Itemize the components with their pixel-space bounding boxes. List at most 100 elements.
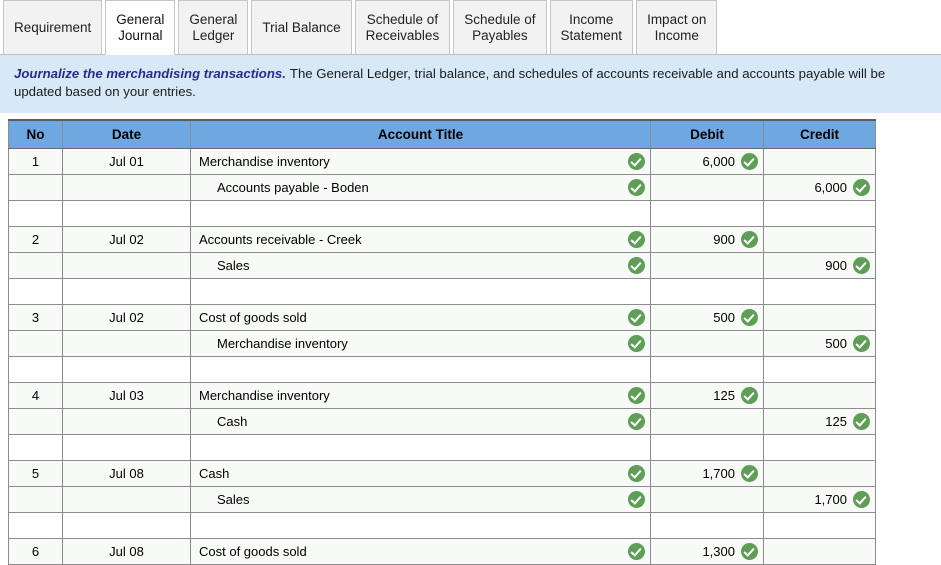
journal-entry-row[interactable]: Merchandise inventory 500 — [8, 329, 876, 357]
journal-blank-row[interactable] — [8, 433, 876, 461]
account-title-text: Sales — [217, 257, 250, 273]
cell-credit[interactable] — [763, 381, 876, 409]
cell-account-title[interactable] — [190, 199, 651, 227]
cell-debit[interactable] — [650, 485, 764, 513]
entry-date — [64, 331, 190, 355]
cell-date[interactable] — [62, 329, 191, 357]
cell-credit[interactable] — [763, 147, 876, 175]
credit-wrapper: 125 — [765, 409, 875, 433]
cell-credit[interactable]: 500 — [763, 329, 876, 357]
cell-credit[interactable] — [763, 537, 876, 565]
cell-debit[interactable]: 500 — [650, 303, 764, 331]
cell-debit[interactable]: 1,700 — [650, 459, 764, 487]
journal-entry-row[interactable]: Cash 125 — [8, 407, 876, 435]
entry-number: 6 — [31, 543, 40, 559]
cell-account-title[interactable] — [190, 277, 651, 305]
journal-entry-row[interactable]: 5 Jul 08 Cash 1,700 — [8, 459, 876, 487]
journal-blank-row[interactable] — [8, 277, 876, 305]
entry-date — [64, 513, 190, 537]
cell-account-title[interactable]: Cash — [190, 407, 651, 435]
tab-schedule-of-receivables[interactable]: Schedule of Receivables — [354, 0, 451, 55]
account-title-wrapper: Sales — [192, 487, 650, 511]
entry-number: 2 — [31, 231, 40, 247]
cell-date[interactable]: Jul 03 — [62, 381, 191, 409]
tab-income-statement[interactable]: Income Statement — [549, 0, 634, 55]
cell-account-title[interactable]: Cost of goods sold — [190, 303, 651, 331]
cell-date[interactable] — [62, 511, 191, 539]
journal-blank-row[interactable] — [8, 511, 876, 539]
cell-account-title[interactable]: Cost of goods sold — [190, 537, 651, 565]
cell-account-title[interactable]: Merchandise inventory — [190, 329, 651, 357]
tab-label: Schedule of Payables — [464, 11, 536, 43]
cell-credit[interactable] — [763, 199, 876, 227]
cell-credit[interactable] — [763, 459, 876, 487]
tab-general-journal[interactable]: General Journal — [105, 0, 176, 55]
cell-date[interactable] — [62, 251, 191, 279]
cell-debit[interactable] — [650, 407, 764, 435]
journal-entry-row[interactable]: 6 Jul 08 Cost of goods sold 1,300 — [8, 537, 876, 565]
tab-requirement[interactable]: Requirement — [3, 0, 103, 55]
cell-credit[interactable]: 900 — [763, 251, 876, 279]
cell-date[interactable]: Jul 01 — [62, 147, 191, 175]
cell-debit[interactable] — [650, 329, 764, 357]
cell-account-title[interactable] — [190, 511, 651, 539]
cell-credit[interactable] — [763, 511, 876, 539]
cell-date[interactable] — [62, 355, 191, 383]
cell-debit[interactable] — [650, 199, 764, 227]
cell-credit[interactable]: 125 — [763, 407, 876, 435]
cell-debit[interactable]: 900 — [650, 225, 764, 253]
cell-account-title[interactable]: Sales — [190, 485, 651, 513]
cell-debit[interactable] — [650, 511, 764, 539]
cell-account-title[interactable]: Merchandise inventory — [190, 147, 651, 175]
cell-account-title[interactable]: Accounts payable - Boden — [190, 173, 651, 201]
journal-entry-row[interactable]: Sales 1,700 — [8, 485, 876, 513]
cell-date[interactable]: Jul 08 — [62, 459, 191, 487]
cell-credit[interactable] — [763, 433, 876, 461]
journal-entry-row[interactable]: 3 Jul 02 Cost of goods sold 500 — [8, 303, 876, 331]
cell-debit[interactable]: 125 — [650, 381, 764, 409]
cell-debit[interactable] — [650, 251, 764, 279]
cell-date[interactable] — [62, 485, 191, 513]
cell-credit[interactable]: 6,000 — [763, 173, 876, 201]
cell-date[interactable]: Jul 08 — [62, 537, 191, 565]
cell-date[interactable] — [62, 407, 191, 435]
tab-impact-on-income[interactable]: Impact on Income — [636, 0, 718, 55]
cell-debit[interactable] — [650, 355, 764, 383]
journal-entry-row[interactable]: 2 Jul 02 Accounts receivable - Creek 900 — [8, 225, 876, 253]
cell-debit[interactable] — [650, 173, 764, 201]
journal-blank-row[interactable] — [8, 199, 876, 227]
entry-date — [64, 409, 190, 433]
cell-date[interactable]: Jul 02 — [62, 225, 191, 253]
tab-schedule-of-payables[interactable]: Schedule of Payables — [453, 0, 547, 55]
journal-entry-row[interactable]: 4 Jul 03 Merchandise inventory 125 — [8, 381, 876, 409]
cell-debit[interactable]: 6,000 — [650, 147, 764, 175]
cell-date[interactable]: Jul 02 — [62, 303, 191, 331]
cell-date[interactable] — [62, 199, 191, 227]
cell-credit[interactable] — [763, 225, 876, 253]
journal-blank-row[interactable] — [8, 355, 876, 383]
cell-account-title[interactable]: Merchandise inventory — [190, 381, 651, 409]
account-title-wrapper: Cost of goods sold — [192, 305, 650, 329]
cell-account-title[interactable]: Cash — [190, 459, 651, 487]
cell-account-title[interactable] — [190, 433, 651, 461]
cell-date[interactable] — [62, 277, 191, 305]
cell-date[interactable] — [62, 433, 191, 461]
cell-account-title[interactable]: Accounts receivable - Creek — [190, 225, 651, 253]
journal-entry-row[interactable]: Sales 900 — [8, 251, 876, 279]
entry-date: Jul 08 — [109, 543, 144, 559]
cell-no — [8, 355, 63, 383]
cell-credit[interactable] — [763, 277, 876, 305]
cell-credit[interactable] — [763, 355, 876, 383]
journal-entry-row[interactable]: 1 Jul 01 Merchandise inventory 6,000 — [8, 147, 876, 175]
cell-date[interactable] — [62, 173, 191, 201]
cell-account-title[interactable] — [190, 355, 651, 383]
cell-credit[interactable]: 1,700 — [763, 485, 876, 513]
cell-debit[interactable] — [650, 277, 764, 305]
cell-account-title[interactable]: Sales — [190, 251, 651, 279]
cell-debit[interactable]: 1,300 — [650, 537, 764, 565]
journal-entry-row[interactable]: Accounts payable - Boden 6,000 — [8, 173, 876, 201]
cell-debit[interactable] — [650, 433, 764, 461]
tab-trial-balance[interactable]: Trial Balance — [251, 0, 352, 55]
cell-credit[interactable] — [763, 303, 876, 331]
tab-general-ledger[interactable]: General Ledger — [178, 0, 249, 55]
